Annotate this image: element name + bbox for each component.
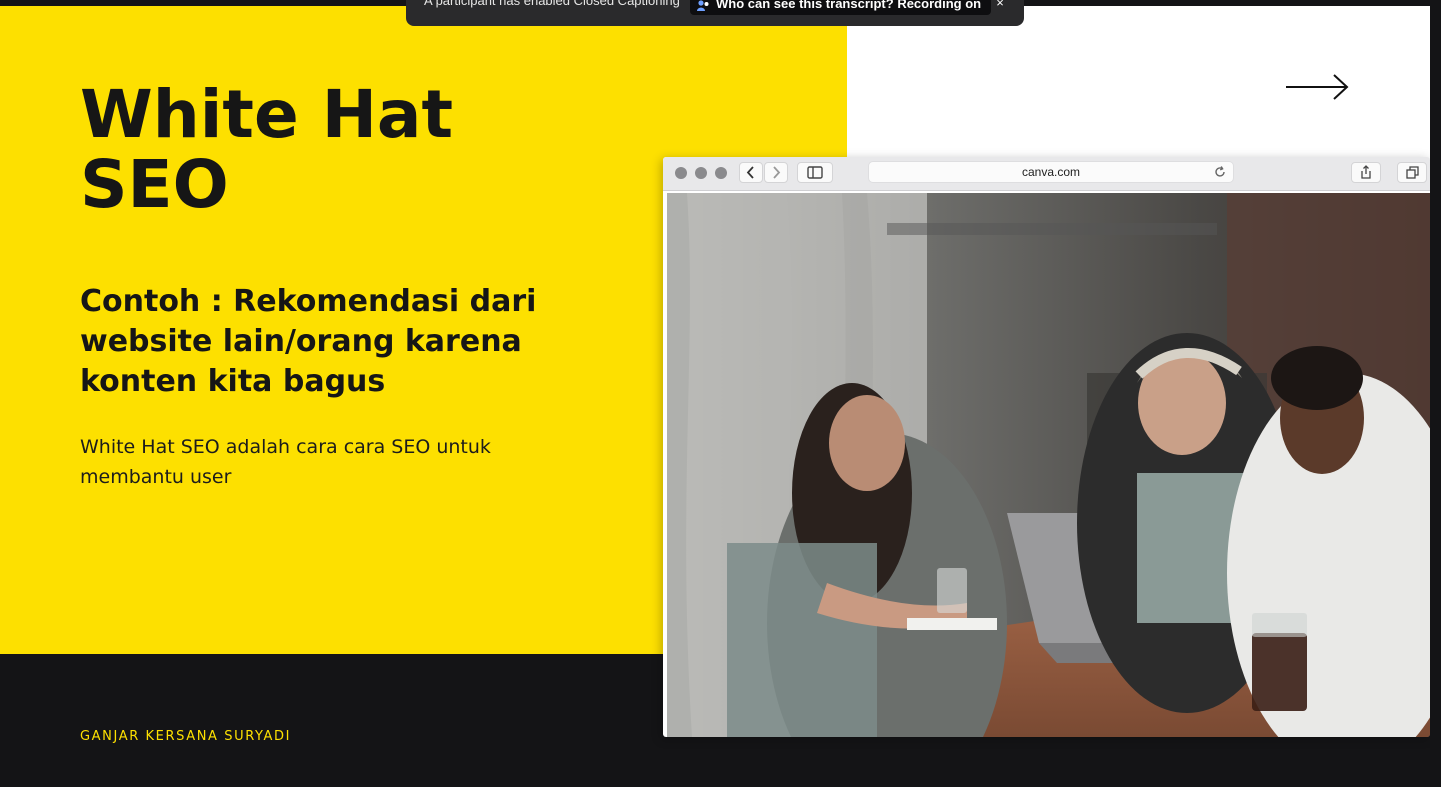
tabs-button [1397, 162, 1427, 183]
caption-message: A participant has enabled Closed Caption… [424, 0, 680, 8]
browser-mockup: canva.com [663, 157, 1430, 737]
share-icon [1361, 165, 1371, 179]
right-edge-strip [1430, 0, 1441, 787]
sidebar-button [797, 162, 833, 183]
share-button [1351, 162, 1381, 183]
browser-toolbar: canva.com [663, 157, 1430, 191]
arrow-right-icon[interactable] [1284, 72, 1350, 102]
back-button [739, 162, 763, 183]
chevron-right-icon [773, 166, 781, 179]
chevron-left-icon [746, 166, 754, 179]
address-bar-url: canva.com [1021, 165, 1081, 179]
window-close-dot [675, 167, 687, 179]
close-icon[interactable]: × [991, 0, 1009, 15]
address-bar: canva.com [868, 161, 1234, 183]
slide-title: White Hat SEO [80, 80, 453, 220]
sidebar-icon [807, 166, 823, 179]
slide-title-line2: SEO [80, 146, 229, 223]
closed-caption-banner: A participant has enabled Closed Caption… [406, 0, 1024, 26]
slide-title-line1: White Hat [80, 76, 454, 153]
forward-button [764, 162, 788, 183]
presentation-slide: White Hat SEO Contoh : Rekomendasi dari … [0, 0, 1441, 787]
transcript-visibility-label: Who can see this transcript? Recording o… [716, 0, 982, 11]
reload-icon [1215, 166, 1225, 177]
slide-body-text: White Hat SEO adalah cara cara SEO untuk… [80, 436, 491, 488]
author-name: GANJAR KERSANA SURYADI [80, 729, 292, 744]
window-minimize-dot [695, 167, 707, 179]
window-zoom-dot [715, 167, 727, 179]
tabs-icon [1406, 166, 1419, 179]
slide-subtitle: Contoh : Rekomendasi dari website lain/o… [80, 284, 537, 399]
people-icon [697, 0, 709, 11]
cafe-photo [667, 193, 1430, 737]
transcript-visibility-button[interactable]: Who can see this transcript? Recording o… [690, 0, 992, 15]
